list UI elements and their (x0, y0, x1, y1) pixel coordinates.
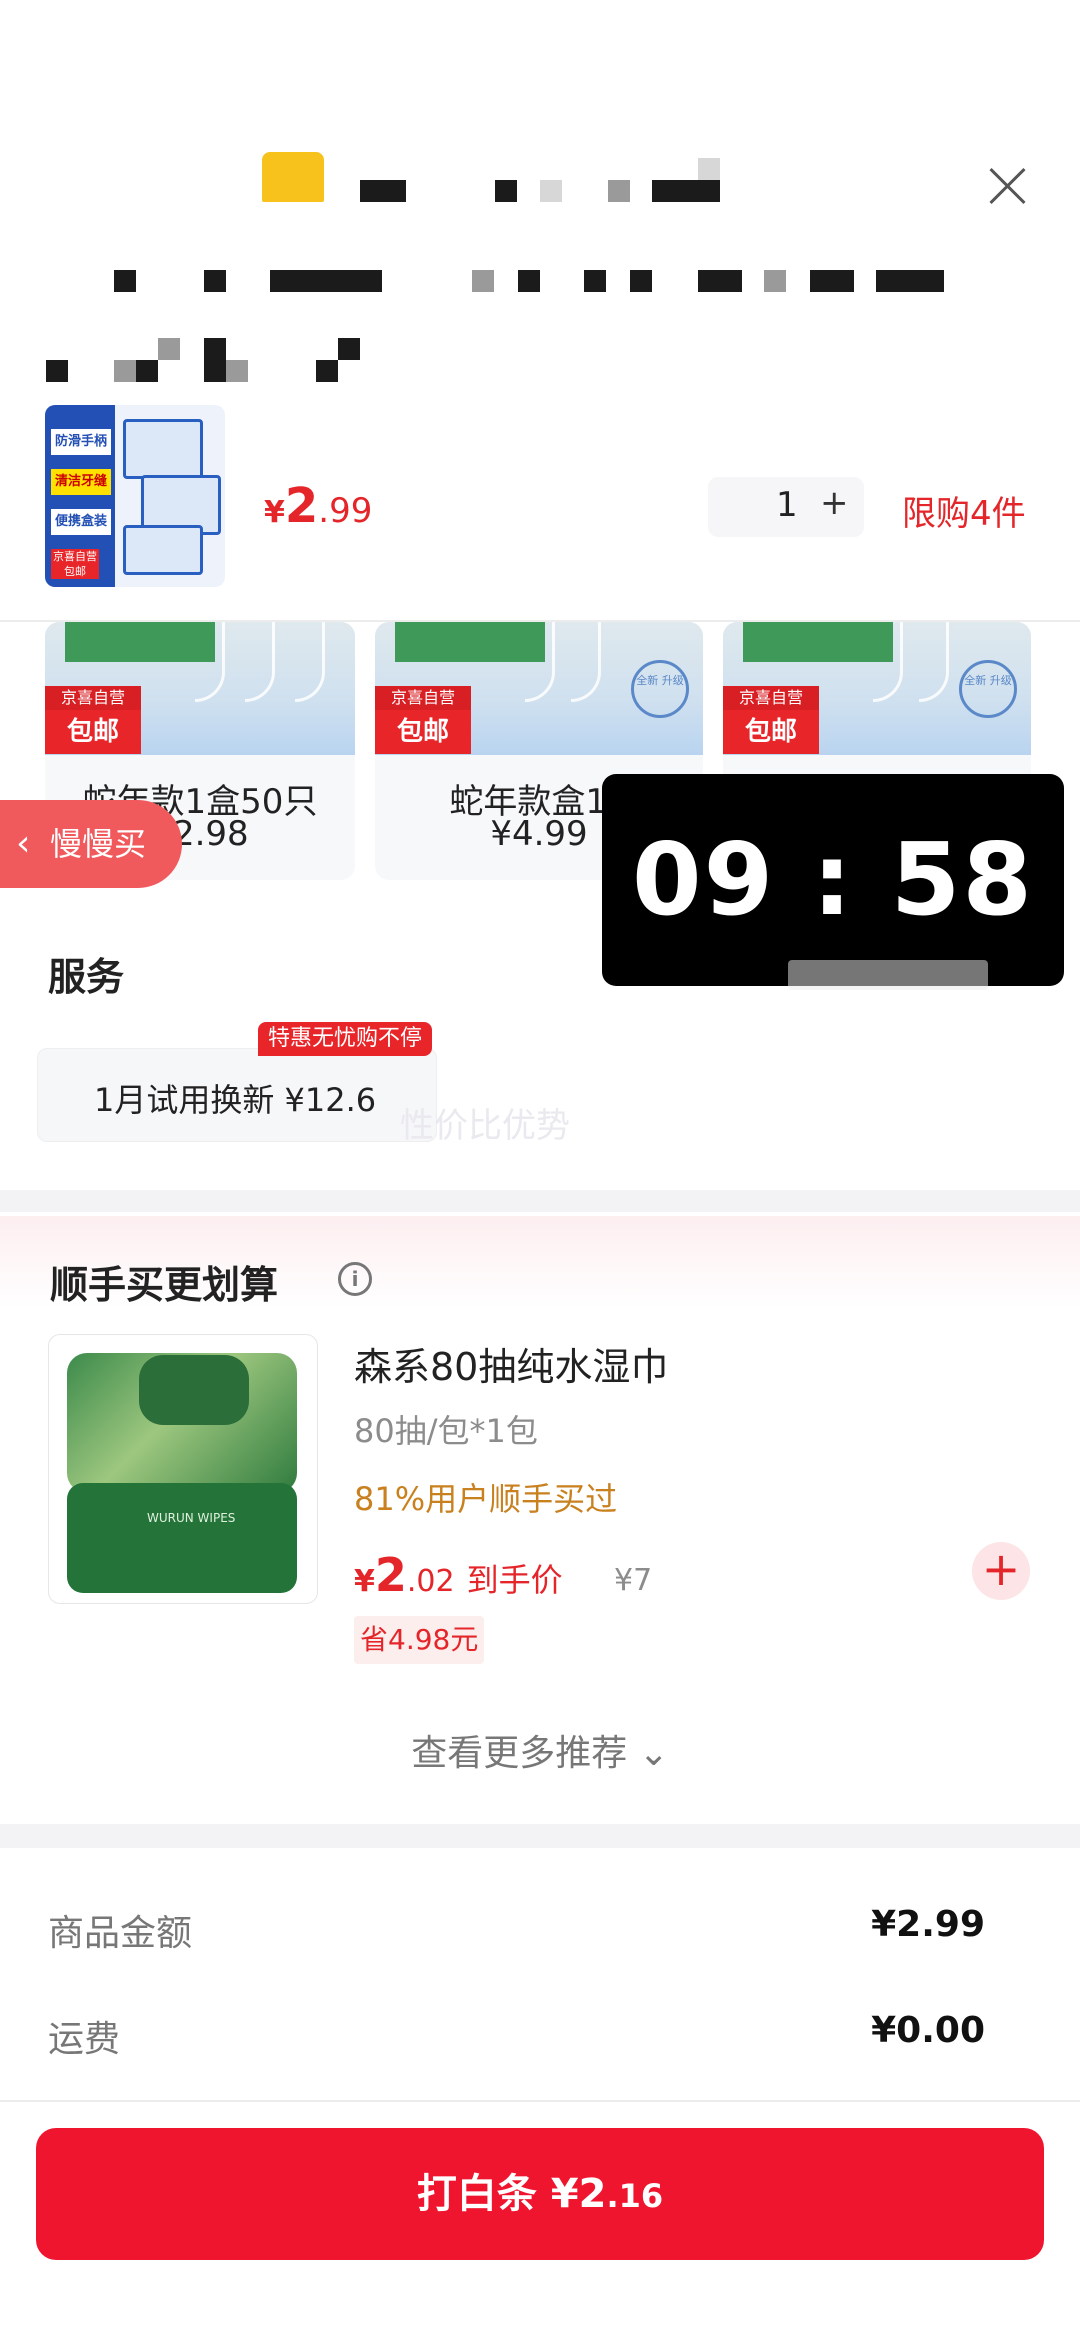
countdown-timer: 09 : 58 (602, 774, 1064, 986)
addon-product-spec: 80抽/包*1包 (354, 1412, 538, 1450)
redacted-title-block (495, 180, 517, 202)
product-thumbnail[interactable]: 防滑手柄 清洁牙缝 便携盒装 京喜自营 包邮 (45, 405, 225, 587)
addon-product-name[interactable]: 森系80抽纯水湿巾 (354, 1336, 668, 1391)
redacted-title-block (540, 180, 562, 202)
service-option[interactable]: 1月试用换新 ¥12.6 (37, 1048, 437, 1142)
see-more-recommendations[interactable]: 查看更多推荐 ⌄ (0, 1724, 1080, 1776)
info-icon[interactable]: i (338, 1262, 372, 1296)
product-price: ¥2.99 (264, 478, 373, 534)
goods-amount-value: ¥2.99 (871, 1904, 985, 1945)
service-promo-tag: 特惠无忧购不停 (258, 1022, 433, 1056)
section-gap (0, 1190, 1080, 1212)
self-operated-tag: 京喜自营 包邮 (375, 686, 471, 754)
self-operated-tag: 京喜自营 包邮 (45, 686, 141, 754)
redacted-title-block (698, 158, 720, 180)
service-title: 服务 (48, 955, 125, 999)
redacted-title-block (608, 180, 630, 202)
redacted-title-block (360, 180, 406, 202)
addon-price: ¥2.02 到手价 (354, 1548, 563, 1602)
slow-buy-button[interactable]: ‹ 慢慢买 (0, 800, 182, 888)
quantity-value: 1 (776, 485, 798, 525)
addon-save-tag: 省4.98元 (354, 1616, 485, 1664)
upgrade-badge: 全新 升级 (631, 660, 689, 718)
thumb-tag: 京喜自营 包邮 (51, 549, 99, 579)
addon-original-price: ¥7 (614, 1563, 653, 1598)
addon-buy-ratio: 81%用户顺手买过 (354, 1480, 618, 1518)
close-icon[interactable] (985, 164, 1029, 208)
addon-title: 顺手买更划算 (50, 1263, 279, 1307)
quantity-stepper[interactable]: 1 + (708, 477, 864, 537)
section-gap (0, 1824, 1080, 1848)
shipping-value: ¥0.00 (871, 2010, 985, 2051)
plus-icon[interactable]: + (820, 483, 849, 523)
shop-logo-icon (262, 152, 324, 202)
service-more-link[interactable] (788, 960, 988, 990)
self-operated-tag: 京喜自营 包邮 (723, 686, 819, 754)
chevron-left-icon: ‹ (16, 823, 31, 864)
divider (0, 2100, 1080, 2102)
shipping-label: 运费 (48, 2019, 121, 2060)
redacted-title-block (652, 180, 720, 202)
watermark: 性价比优势 (400, 1106, 570, 1146)
purchase-limit: 限购4件 (902, 494, 1026, 534)
goods-amount-label: 商品金额 (48, 1913, 193, 1954)
addon-product-image[interactable]: WURUN WIPES (48, 1334, 318, 1604)
pay-button[interactable]: 打白条 ¥2.16 (36, 2128, 1044, 2260)
upgrade-badge: 全新 升级 (959, 660, 1017, 718)
add-icon[interactable]: + (972, 1542, 1030, 1600)
